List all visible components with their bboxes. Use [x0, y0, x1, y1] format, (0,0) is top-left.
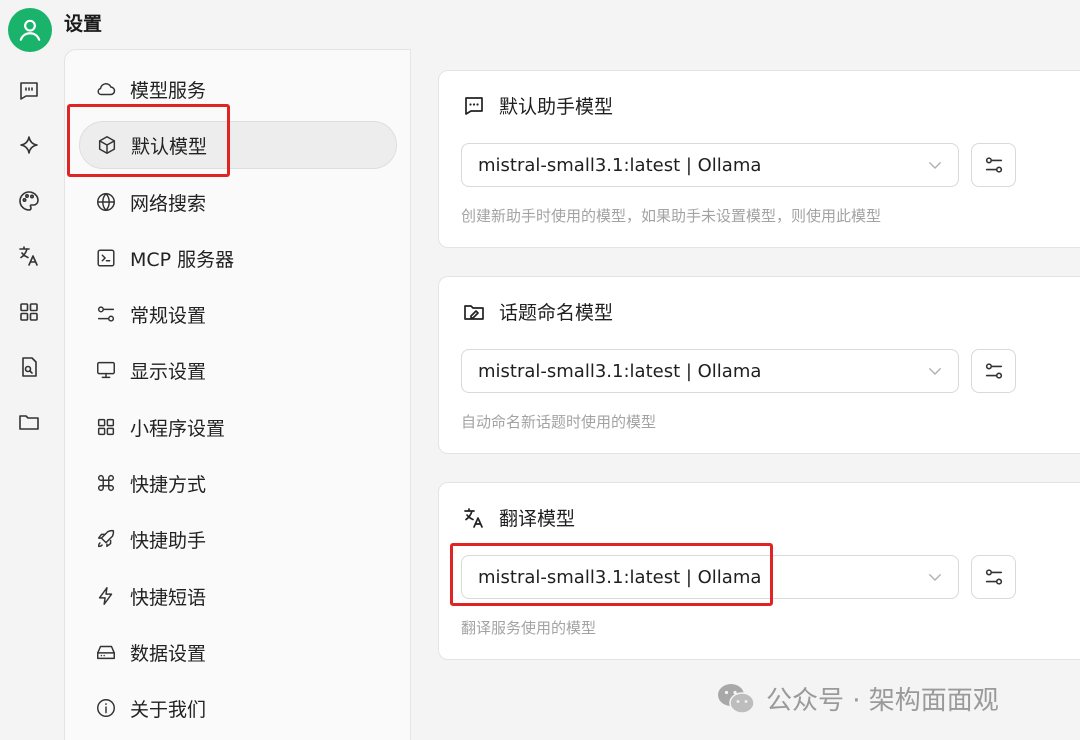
default-assistant-model-select[interactable]: mistral-small3.1:latest | Ollama: [461, 143, 959, 187]
chat-rail-button[interactable]: [14, 76, 44, 106]
palette-icon: [19, 191, 39, 211]
settings-sliders-icon: [985, 569, 1002, 585]
terminal-icon: [94, 246, 118, 270]
nav-item-display-settings[interactable]: 显示设置: [79, 346, 397, 394]
chevron-down-icon: [929, 368, 941, 375]
user-avatar[interactable]: [8, 8, 52, 52]
default-assistant-model-card: 默认助手模型 mistral-small3.1:latest | Ollama …: [438, 70, 1080, 248]
chevron-down-icon: [929, 162, 941, 169]
card-hint: 创建新助手时使用的模型，如果助手未设置模型，则使用此模型: [461, 207, 882, 225]
selected-value: mistral-small3.1:latest | Ollama: [478, 566, 762, 588]
main-content: 默认助手模型 mistral-small3.1:latest | Ollama …: [411, 49, 1080, 740]
nav-item-default-model[interactable]: 默认模型: [79, 121, 397, 169]
nav-item-quick-assistant[interactable]: 快捷助手: [79, 515, 397, 563]
translate-rail-button[interactable]: [14, 241, 44, 271]
palette-rail-button[interactable]: [14, 186, 44, 216]
settings-sliders-icon: [985, 157, 1002, 173]
topic-naming-model-card: 话题命名模型 mistral-small3.1:latest | Ollama …: [438, 276, 1080, 454]
cloud-icon: [94, 77, 118, 101]
folder-icon: [19, 415, 39, 430]
nav-item-label: 小程序设置: [130, 417, 226, 440]
card-title: 话题命名模型: [499, 302, 614, 324]
settings-sliders-icon: [94, 302, 118, 326]
watermark-text: 公众号 · 架构面面观: [766, 686, 999, 716]
settings-sliders-icon: [985, 363, 1002, 379]
nav-item-label: 快捷助手: [130, 529, 207, 552]
nav-item-mcp-server[interactable]: MCP 服务器: [79, 234, 397, 282]
icon-rail: [0, 0, 60, 740]
apps-grid-icon: [94, 415, 118, 439]
globe-icon: [94, 190, 118, 214]
sparkle-rail-button[interactable]: [14, 131, 44, 161]
hard-drive-icon: [94, 640, 118, 664]
chevron-down-icon: [929, 574, 941, 581]
nav-item-label: 关于我们: [130, 698, 207, 721]
translate-icon: [19, 246, 38, 266]
nav-item-label: MCP 服务器: [130, 248, 235, 271]
nav-item-miniapp-settings[interactable]: 小程序设置: [79, 403, 397, 451]
folder-rail-button[interactable]: [14, 407, 44, 437]
monitor-icon: [94, 358, 118, 382]
nav-item-general-settings[interactable]: 常规设置: [79, 290, 397, 338]
selected-value: mistral-small3.1:latest | Ollama: [478, 154, 762, 176]
nav-item-label: 模型服务: [130, 79, 207, 102]
nav-item-label: 快捷短语: [130, 586, 207, 609]
topic-naming-model-select[interactable]: mistral-small3.1:latest | Ollama: [461, 349, 959, 393]
selected-value: mistral-small3.1:latest | Ollama: [478, 360, 762, 382]
model-settings-button[interactable]: [971, 349, 1016, 393]
nav-item-label: 默认模型: [131, 135, 208, 158]
nav-item-shortcuts[interactable]: 快捷方式: [79, 459, 397, 507]
chat-icon: [20, 82, 38, 100]
model-settings-button[interactable]: [971, 555, 1016, 599]
cube-icon: [95, 133, 119, 157]
zap-icon: [94, 584, 118, 608]
nav-item-label: 网络搜索: [130, 192, 207, 215]
wechat-icon: [718, 683, 755, 714]
nav-item-label: 显示设置: [130, 360, 207, 383]
file-search-icon: [22, 357, 37, 377]
command-icon: [94, 471, 118, 495]
nav-item-label: 数据设置: [130, 642, 207, 665]
nav-item-label: 快捷方式: [130, 473, 207, 496]
sparkle-icon: [20, 136, 38, 154]
rocket-icon: [94, 527, 118, 551]
nav-item-data-settings[interactable]: 数据设置: [79, 628, 397, 676]
card-hint: 自动命名新话题时使用的模型: [461, 413, 657, 431]
nav-item-web-search[interactable]: 网络搜索: [79, 178, 397, 226]
card-hint: 翻译服务使用的模型: [461, 619, 597, 637]
page-title: 设置: [64, 13, 103, 35]
model-settings-button[interactable]: [971, 143, 1016, 187]
chat-icon: [461, 93, 487, 119]
info-icon: [94, 696, 118, 720]
apps-icon: [20, 303, 38, 321]
user-icon: [19, 19, 41, 41]
translation-model-card: 翻译模型 mistral-small3.1:latest | Ollama 翻译…: [438, 482, 1080, 660]
nav-item-label: 常规设置: [130, 304, 207, 327]
apps-rail-button[interactable]: [14, 297, 44, 327]
nav-item-quick-phrases[interactable]: 快捷短语: [79, 572, 397, 620]
folder-edit-icon: [461, 299, 487, 325]
translation-model-select[interactable]: mistral-small3.1:latest | Ollama: [461, 555, 959, 599]
card-title: 翻译模型: [499, 508, 576, 530]
nav-item-about[interactable]: 关于我们: [79, 684, 397, 732]
translate-icon: [461, 505, 487, 531]
watermark: 公众号 · 架构面面观: [716, 680, 999, 717]
card-title: 默认助手模型: [499, 96, 614, 118]
file-search-rail-button[interactable]: [14, 352, 44, 382]
nav-item-model-service[interactable]: 模型服务: [79, 65, 397, 113]
settings-nav: 模型服务 默认模型 网络搜索 MCP 服务器 常规设置 显示设置 小程序设置 快…: [64, 49, 411, 740]
